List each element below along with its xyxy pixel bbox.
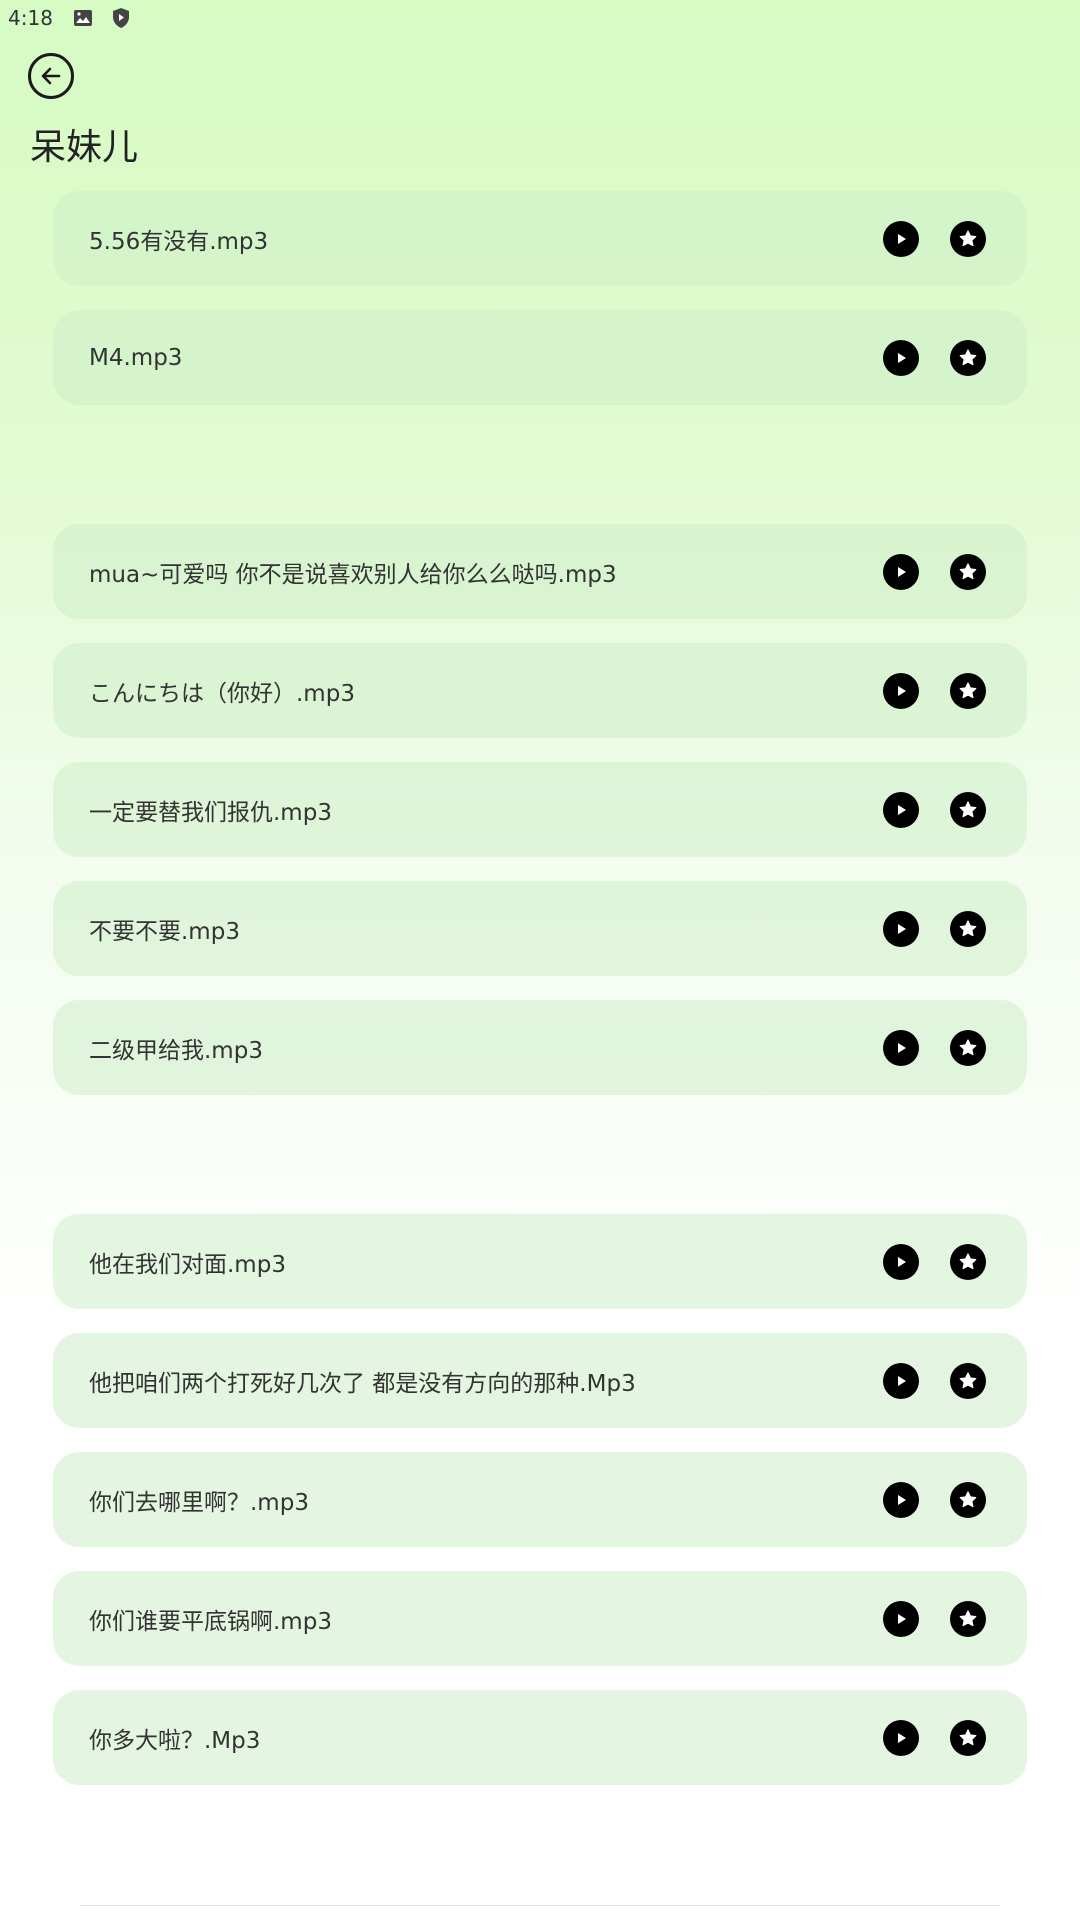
status-bar: 4:18	[0, 0, 1080, 36]
list-item[interactable]: こんにちは（你好）.mp3	[53, 643, 1027, 738]
play-button[interactable]	[883, 1029, 919, 1066]
star-icon	[957, 1370, 979, 1392]
list-item[interactable]: 一定要替我们报仇.mp3	[53, 762, 1027, 857]
star-icon	[957, 228, 979, 250]
star-icon	[957, 799, 979, 821]
star-icon	[957, 1608, 979, 1630]
play-button[interactable]	[883, 1600, 919, 1637]
play-icon	[893, 683, 909, 699]
page-title: 呆妹儿	[30, 127, 139, 168]
favorite-button[interactable]	[950, 1600, 986, 1637]
favorite-button[interactable]	[950, 220, 986, 257]
star-icon	[957, 918, 979, 940]
favorite-button[interactable]	[950, 1362, 986, 1399]
play-button[interactable]	[883, 553, 919, 590]
play-icon	[893, 921, 909, 937]
arrow-left-icon	[38, 63, 64, 89]
list-item[interactable]: 他在我们对面.mp3	[53, 1214, 1027, 1309]
play-icon	[893, 802, 909, 818]
play-icon	[893, 350, 909, 366]
play-button[interactable]	[883, 220, 919, 257]
star-icon	[957, 1037, 979, 1059]
star-icon	[957, 680, 979, 702]
list-item[interactable]: M4.mp3	[53, 310, 1027, 405]
shield-icon	[109, 6, 133, 30]
favorite-button[interactable]	[950, 1029, 986, 1066]
star-icon	[957, 1727, 979, 1749]
star-icon	[957, 1251, 979, 1273]
list-item[interactable]: mua~可爱吗 你不是说喜欢别人给你么么哒吗.mp3	[53, 524, 1027, 619]
favorite-button[interactable]	[950, 339, 986, 376]
back-button[interactable]	[28, 53, 74, 99]
star-icon	[957, 561, 979, 583]
play-icon	[893, 1492, 909, 1508]
favorite-button[interactable]	[950, 910, 986, 947]
favorite-button[interactable]	[950, 791, 986, 828]
play-icon	[893, 231, 909, 247]
divider	[80, 1905, 1000, 1906]
play-button[interactable]	[883, 1481, 919, 1518]
play-button[interactable]	[883, 910, 919, 947]
list-item[interactable]: 他把咱们两个打死好几次了 都是没有方向的那种.Mp3	[53, 1333, 1027, 1428]
audio-list: 5.56有没有.mp3 M4.mp3 mua~可爱吗 你不是说喜欢别人给你么么哒…	[53, 191, 1027, 1809]
list-item[interactable]: 不要不要.mp3	[53, 881, 1027, 976]
play-icon	[893, 1373, 909, 1389]
play-button[interactable]	[883, 1362, 919, 1399]
star-icon	[957, 1489, 979, 1511]
favorite-button[interactable]	[950, 553, 986, 590]
play-button[interactable]	[883, 672, 919, 709]
favorite-button[interactable]	[950, 672, 986, 709]
play-icon	[893, 1040, 909, 1056]
image-icon	[71, 6, 95, 30]
play-button[interactable]	[883, 1243, 919, 1280]
play-icon	[893, 1611, 909, 1627]
favorite-button[interactable]	[950, 1481, 986, 1518]
favorite-button[interactable]	[950, 1243, 986, 1280]
play-icon	[893, 1730, 909, 1746]
list-item[interactable]: 5.56有没有.mp3	[53, 191, 1027, 286]
play-button[interactable]	[883, 791, 919, 828]
star-icon	[957, 347, 979, 369]
list-item[interactable]: 你们谁要平底锅啊.mp3	[53, 1571, 1027, 1666]
play-icon	[893, 564, 909, 580]
play-icon	[893, 1254, 909, 1270]
list-item[interactable]: 你们去哪里啊？.mp3	[53, 1452, 1027, 1547]
status-time: 4:18	[8, 6, 53, 30]
list-item[interactable]: 二级甲给我.mp3	[53, 1000, 1027, 1095]
play-button[interactable]	[883, 339, 919, 376]
favorite-button[interactable]	[950, 1719, 986, 1756]
play-button[interactable]	[883, 1719, 919, 1756]
list-item[interactable]: 你多大啦？.Mp3	[53, 1690, 1027, 1785]
